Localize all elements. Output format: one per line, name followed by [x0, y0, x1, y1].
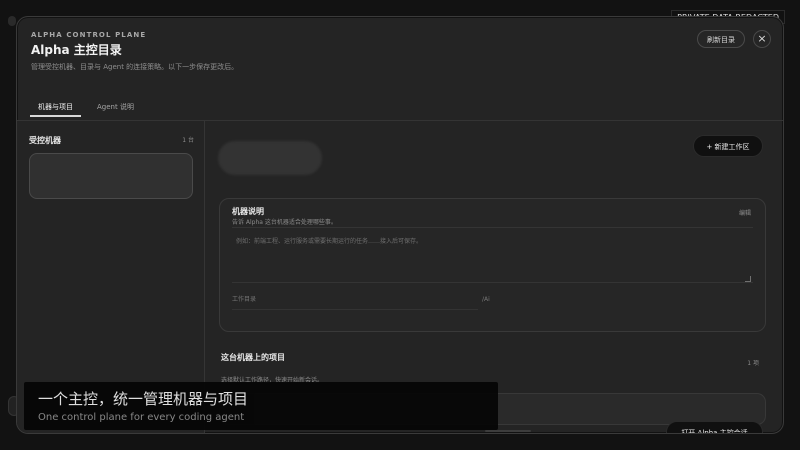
redacted-machine-name [218, 141, 322, 175]
caption-subtitle: One control plane for every coding agent [38, 412, 245, 423]
selected-machine-card[interactable] [29, 153, 193, 199]
machine-count: 1 台 [182, 137, 194, 144]
modal-actions: 刷新目录 × [697, 30, 771, 48]
open-alpha-chat-button[interactable]: 打开 Alpha 主控会话 [666, 421, 763, 433]
caption-banner: 一个主控，统一管理机器与项目 One control plane for eve… [24, 382, 498, 430]
working-directory-label: 工作目录 [232, 296, 257, 303]
modal-header: ALPHA CONTROL PLANE Alpha 主控目录 管理受控机器、目录… [31, 30, 591, 72]
new-workspace-button[interactable]: + 新建工作区 [693, 135, 763, 157]
modal-subtitle: 管理受控机器、目录与 Agent 的连接策略。以下一步保存更改后。 [31, 63, 239, 71]
modal-title: Alpha 主控目录 [31, 43, 122, 57]
sidebar-title: 受控机器 [29, 136, 61, 145]
modal-kicker: ALPHA CONTROL PLANE [31, 31, 147, 39]
caption-title: 一个主控，统一管理机器与项目 [38, 390, 249, 408]
resize-handle-icon[interactable] [745, 276, 751, 282]
tab-machines-projects[interactable]: 机器与项目 [30, 97, 81, 117]
machine-description-section: 机器说明 告诉 Alpha 这台机器适合处理哪些事。 编辑 例如：前端工程、运行… [219, 198, 766, 332]
machine-projects-title: 这台机器上的项目 [221, 353, 285, 362]
machine-description-title: 机器说明 [232, 207, 264, 216]
alpha-control-plane-modal: ALPHA CONTROL PLANE Alpha 主控目录 管理受控机器、目录… [16, 16, 784, 434]
tab-agent-notes[interactable]: Agent 说明 [89, 97, 142, 117]
refresh-directory-button[interactable]: 刷新目录 [697, 30, 745, 48]
scroll-indicator [485, 430, 531, 432]
machine-description-subtitle: 告诉 Alpha 这台机器适合处理哪些事。 [232, 219, 337, 226]
modal-tabs: 机器与项目 Agent 说明 [30, 97, 142, 119]
working-directory-row: 工作目录 /Ai [232, 291, 753, 310]
edit-description-link[interactable]: 编辑 [739, 209, 751, 218]
machine-description-placeholder: 例如：前端工程、运行服务或需要长期运行的任务……接入后可保存。 [236, 238, 423, 245]
sidebar-header: 受控机器 1 台 [29, 136, 194, 146]
working-directory-field[interactable]: 工作目录 [232, 291, 478, 310]
working-directory-value: /Ai [482, 296, 490, 303]
close-icon[interactable]: × [753, 30, 771, 48]
machine-description-textarea[interactable]: 例如：前端工程、运行服务或需要长期运行的任务……接入后可保存。 [232, 227, 753, 283]
machine-projects-count: 1 项 [747, 360, 759, 367]
